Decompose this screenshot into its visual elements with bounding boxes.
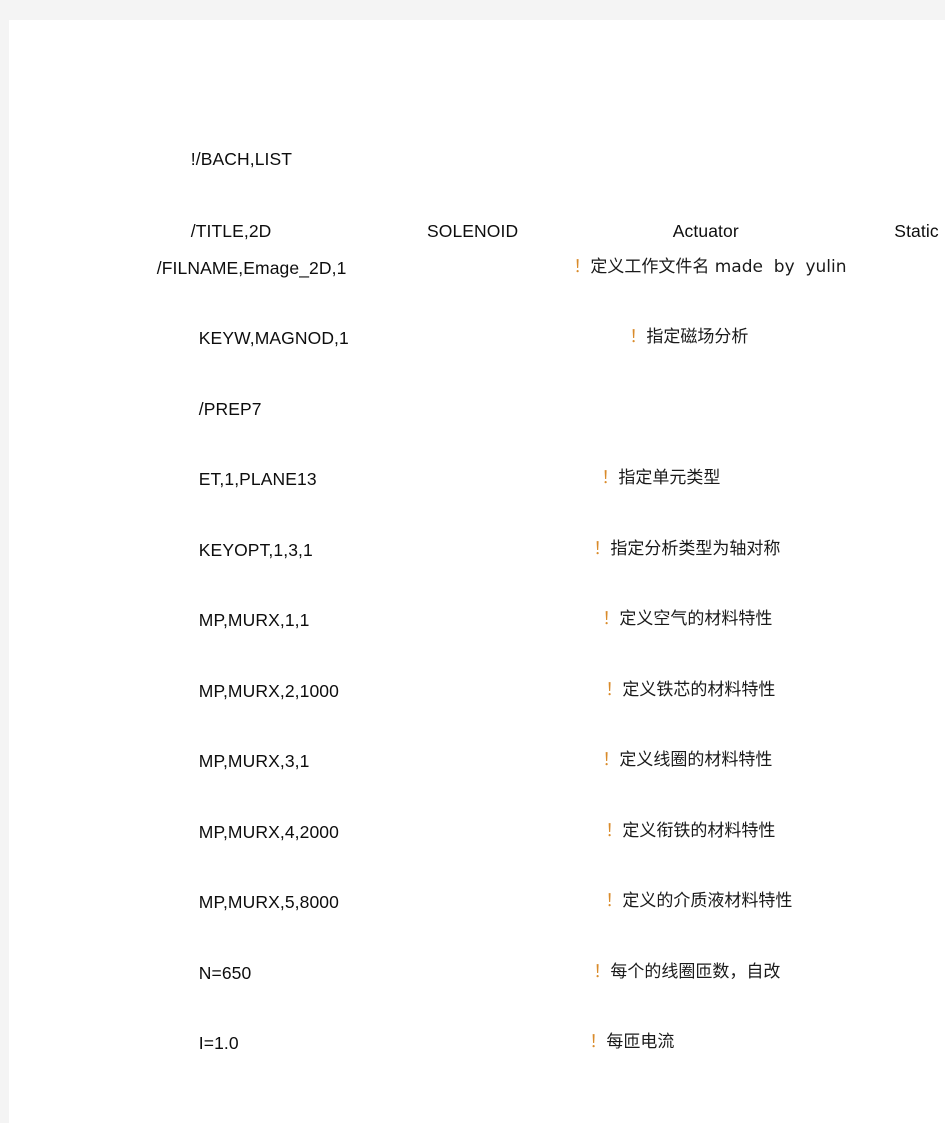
code-text: MP,MURX,4,2000 bbox=[198, 821, 339, 842]
code-text: /TITLE,2D SOLENOID Actuator Static Analy… bbox=[190, 220, 939, 241]
comment-text: 定义铁芯的材料特性 bbox=[622, 680, 776, 700]
code-line-i: I=1.0 bbox=[169, 1017, 239, 1070]
code-text: MP,MURX,5,8000 bbox=[198, 891, 339, 912]
comment-text: 定义的介质液材料特性 bbox=[622, 891, 793, 911]
comment-text: 每个的线圈匝数，自改 bbox=[610, 962, 781, 982]
comment-text: 定义空气的材料特性 bbox=[619, 609, 773, 629]
comment-mp-5: ！定义的介质液材料特性 bbox=[577, 875, 792, 927]
comment-bang-icon: ！ bbox=[602, 609, 620, 628]
comment-mp-3: ！定义线圈的材料特性 bbox=[574, 734, 772, 786]
comment-bang-icon: ！ bbox=[629, 327, 647, 346]
code-line-n: N=650 bbox=[169, 947, 251, 1000]
code-text: !/BACH,LIST bbox=[190, 148, 293, 169]
comment-mp-4: ！定义衔铁的材料特性 bbox=[577, 805, 775, 857]
comment-text: 定义衔铁的材料特性 bbox=[622, 821, 776, 841]
code-text: MP,MURX,2,1000 bbox=[198, 680, 339, 701]
code-text: /FILNAME,Emage_2D,1 bbox=[156, 257, 347, 278]
comment-bang-icon: ！ bbox=[605, 680, 623, 699]
code-text: N=650 bbox=[198, 962, 252, 983]
code-text: MP,MURX,1,1 bbox=[198, 609, 310, 630]
comment-bang-icon: ！ bbox=[593, 539, 611, 558]
comment-bang-icon: ！ bbox=[601, 468, 619, 487]
code-line-mp-3: MP,MURX,3,1 bbox=[169, 735, 310, 788]
comment-bang-icon: ！ bbox=[605, 821, 623, 840]
code-line-mp-4: MP,MURX,4,2000 bbox=[169, 806, 339, 859]
code-line-keyw: KEYW,MAGNOD,1 bbox=[169, 312, 349, 365]
comment-text: 每匝电流 bbox=[606, 1032, 675, 1052]
document-page: !/BACH,LIST /TITLE,2D SOLENOID Actuator … bbox=[9, 20, 945, 1123]
comment-et: ！指定单元类型 bbox=[573, 452, 720, 504]
code-text: KEYW,MAGNOD,1 bbox=[198, 327, 349, 348]
comment-keyw: ！指定磁场分析 bbox=[601, 311, 748, 363]
code-text: MP,MURX,3,1 bbox=[198, 750, 310, 771]
comment-mp-1: ！定义空气的材料特性 bbox=[574, 593, 772, 645]
comment-text: 定义线圈的材料特性 bbox=[619, 750, 773, 770]
code-line-mp-2: MP,MURX,2,1000 bbox=[169, 665, 339, 718]
code-line-prep7: /PREP7 bbox=[169, 383, 262, 436]
comment-bang-icon: ！ bbox=[602, 750, 620, 769]
code-line-bach-list: !/BACH,LIST bbox=[161, 133, 292, 186]
code-line-mp-1: MP,MURX,1,1 bbox=[169, 594, 310, 647]
comment-text: 定义工作文件名 made by yulin bbox=[590, 257, 847, 277]
comment-text: 指定分析类型为轴对称 bbox=[610, 539, 781, 559]
code-text: ET,1,PLANE13 bbox=[198, 468, 317, 489]
code-line-keyopt: KEYOPT,1,3,1 bbox=[169, 524, 313, 577]
comment-filname: ！定义工作文件名 made by yulin bbox=[545, 241, 847, 293]
document-body: !/BACH,LIST /TITLE,2D SOLENOID Actuator … bbox=[9, 20, 945, 1123]
comment-bang-icon: ！ bbox=[589, 1032, 607, 1051]
code-text: I=1.0 bbox=[198, 1032, 239, 1053]
comment-text: 指定磁场分析 bbox=[646, 327, 749, 347]
comment-n: ！每个的线圈匝数，自改 bbox=[565, 946, 780, 998]
comment-bang-icon: ！ bbox=[573, 257, 591, 276]
comment-keyopt: ！指定分析类型为轴对称 bbox=[565, 523, 780, 575]
comment-i: ！每匝电流 bbox=[561, 1016, 674, 1068]
code-line-filname: /FILNAME,Emage_2D,1 bbox=[127, 242, 347, 295]
comment-bang-icon: ！ bbox=[605, 891, 623, 910]
code-text: KEYOPT,1,3,1 bbox=[198, 539, 313, 560]
code-line-et: ET,1,PLANE13 bbox=[169, 453, 317, 506]
code-line-mp-5: MP,MURX,5,8000 bbox=[169, 876, 339, 929]
comment-bang-icon: ！ bbox=[593, 962, 611, 981]
code-text: /PREP7 bbox=[198, 398, 262, 419]
comment-mp-2: ！定义铁芯的材料特性 bbox=[577, 664, 775, 716]
comment-text: 指定单元类型 bbox=[618, 468, 721, 488]
